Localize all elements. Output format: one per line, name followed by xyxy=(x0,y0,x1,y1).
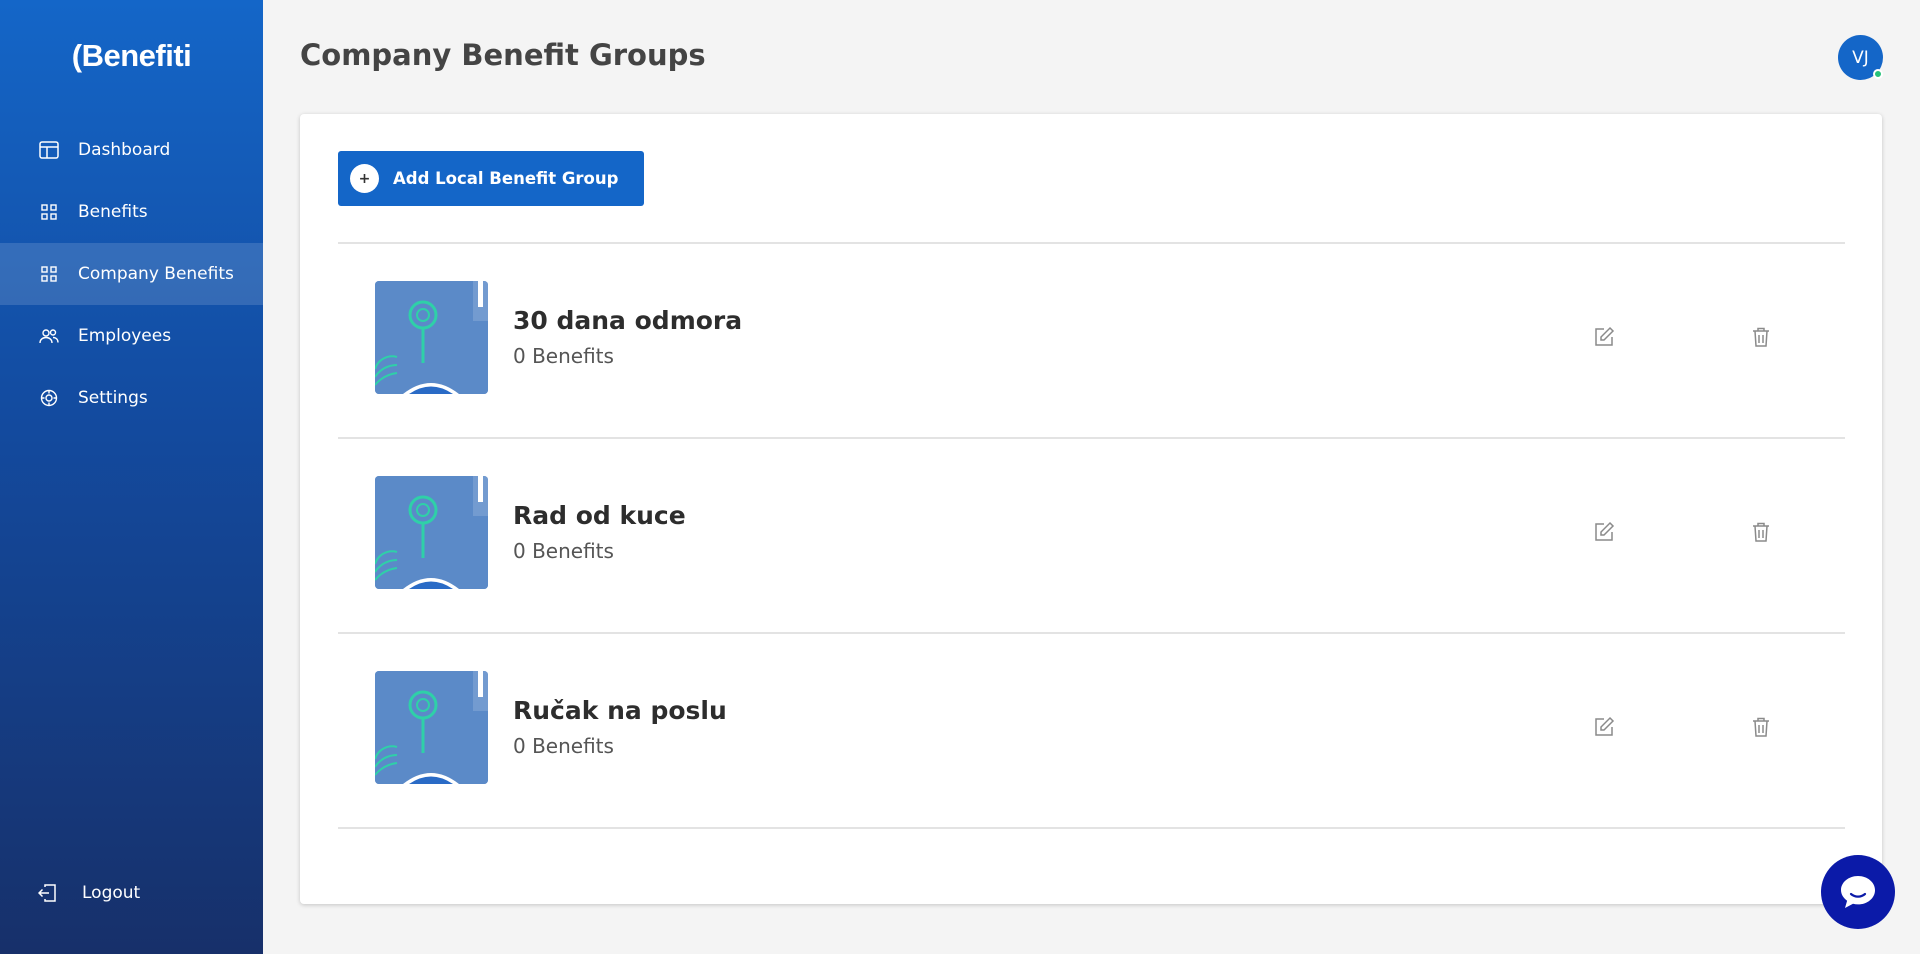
plus-icon: + xyxy=(350,164,379,193)
sidebar-item-company-benefits[interactable]: Company Benefits xyxy=(0,243,263,305)
sidebar-item-benefits[interactable]: Benefits xyxy=(0,181,263,243)
edit-group-button[interactable] xyxy=(1591,519,1617,545)
group-thumbnail xyxy=(375,476,488,589)
sidebar-item-label: Benefits xyxy=(78,202,148,222)
logout-button[interactable]: Logout xyxy=(38,882,140,904)
page-title: Company Benefit Groups xyxy=(300,38,706,72)
sidebar-item-label: Dashboard xyxy=(78,140,171,160)
add-button-label: Add Local Benefit Group xyxy=(393,169,619,188)
edit-group-button[interactable] xyxy=(1591,324,1617,350)
sidebar-item-dashboard[interactable]: Dashboard xyxy=(0,119,263,181)
sidebar-item-settings[interactable]: Settings xyxy=(0,367,263,429)
edit-icon xyxy=(1595,326,1615,346)
trash-icon xyxy=(1753,522,1769,542)
sidebar-item-label: Settings xyxy=(78,388,148,408)
delete-group-button[interactable] xyxy=(1748,519,1774,545)
edit-icon xyxy=(1595,521,1615,541)
group-benefit-count: 0 Benefits xyxy=(513,344,614,368)
online-status-dot xyxy=(1873,69,1883,79)
group-name: 30 dana odmora xyxy=(513,306,743,335)
logout-label: Logout xyxy=(82,883,141,903)
add-local-benefit-group-button[interactable]: + Add Local Benefit Group xyxy=(338,151,644,206)
chat-widget-button[interactable] xyxy=(1821,855,1895,929)
trash-icon xyxy=(1753,327,1769,347)
group-thumbnail xyxy=(375,671,488,784)
delete-group-button[interactable] xyxy=(1748,324,1774,350)
benefiti-logo[interactable]: (Benefiti xyxy=(0,38,263,74)
avatar-initials: VJ xyxy=(1852,47,1869,68)
sidebar-item-label: Employees xyxy=(78,326,172,346)
grid-icon xyxy=(38,201,60,223)
trash-icon xyxy=(1753,717,1769,737)
users-icon xyxy=(38,325,60,347)
sidebar: (Benefiti Dashboard Benefits Company Ben… xyxy=(0,0,263,954)
sidebar-item-employees[interactable]: Employees xyxy=(0,305,263,367)
group-name: Rad od kuce xyxy=(513,501,686,530)
logout-icon xyxy=(38,882,60,904)
group-thumbnail xyxy=(375,281,488,394)
group-benefit-count: 0 Benefits xyxy=(513,734,614,758)
avatar[interactable]: VJ xyxy=(1838,35,1883,80)
benefit-groups-card: + Add Local Benefit Group 30 dana odmora xyxy=(300,114,1882,904)
group-benefit-count: 0 Benefits xyxy=(513,539,614,563)
edit-icon xyxy=(1595,716,1615,736)
sidebar-item-label: Company Benefits xyxy=(78,264,234,284)
dashboard-icon xyxy=(38,139,60,161)
benefit-group-list: 30 dana odmora 0 Benefits Rad od kuce 0 … xyxy=(338,242,1845,829)
gear-icon xyxy=(38,387,60,409)
group-name: Ručak na poslu xyxy=(513,696,727,725)
grid-icon xyxy=(38,263,60,285)
chat-bubble-icon xyxy=(1841,876,1875,908)
benefit-group-row[interactable]: Ručak na poslu 0 Benefits xyxy=(338,634,1845,829)
delete-group-button[interactable] xyxy=(1748,714,1774,740)
benefit-group-row[interactable]: 30 dana odmora 0 Benefits xyxy=(338,244,1845,439)
edit-group-button[interactable] xyxy=(1591,714,1617,740)
benefit-group-row[interactable]: Rad od kuce 0 Benefits xyxy=(338,439,1845,634)
sidebar-nav: Dashboard Benefits Company Benefits Empl… xyxy=(0,119,263,429)
